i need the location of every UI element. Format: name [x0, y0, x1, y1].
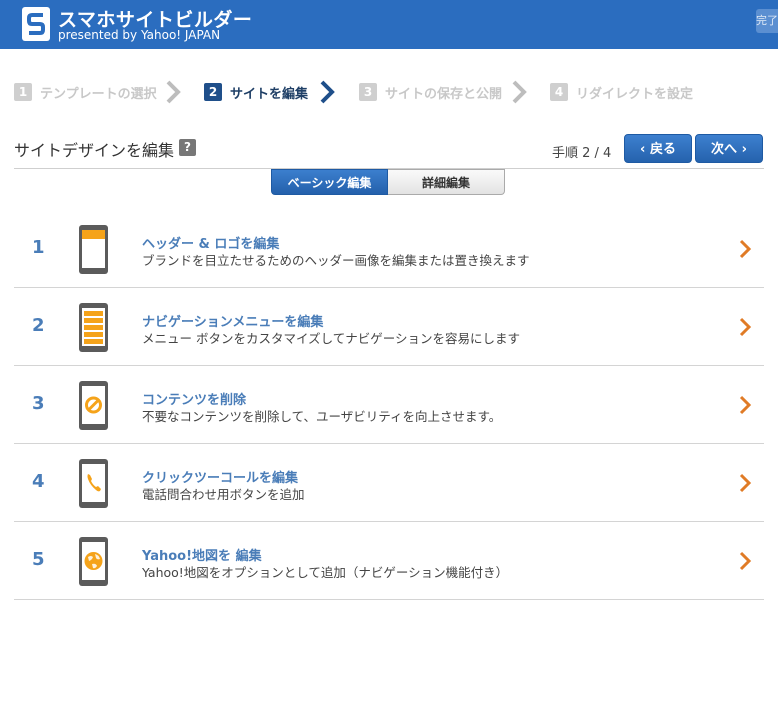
- step-label: テンプレートの選択: [40, 86, 157, 102]
- list-item-click-to-call[interactable]: 4 クリックツーコールを編集 電話問合わせ用ボタンを追加: [14, 444, 764, 522]
- step-number: 4: [550, 83, 568, 101]
- item-index: 4: [32, 471, 45, 492]
- step-number: 3: [359, 83, 377, 101]
- prohibit-icon: [79, 381, 108, 430]
- item-index: 5: [32, 549, 45, 570]
- done-button[interactable]: 完了: [756, 9, 778, 33]
- header-icon: [79, 225, 108, 274]
- step-number: 2: [204, 83, 222, 101]
- phone-call-icon: [79, 459, 108, 508]
- step-chevron-icon: [166, 80, 181, 104]
- list-item-remove-content[interactable]: 3 コンテンツを削除 不要なコンテンツを削除して、ユーザビリティを向上させます。: [14, 366, 764, 444]
- chevron-right-icon: [739, 395, 752, 415]
- step-3: 3 サイトの保存と公開: [359, 80, 502, 104]
- step-2: 2 サイトを編集: [204, 80, 308, 104]
- step-label: サイトを編集: [230, 86, 309, 102]
- item-index: 3: [32, 393, 45, 414]
- list-item-yahoo-map[interactable]: 5 Yahoo!地図を 編集 Yahoo!地図をオプションとして追加（ナビゲーシ…: [14, 522, 764, 600]
- step-number: 1: [14, 83, 32, 101]
- step-chevron-icon: [320, 80, 335, 104]
- top-bar: スマホサイトビルダー presented by Yahoo! JAPAN 完了: [0, 0, 778, 49]
- list-item-navigation-menu[interactable]: 2 ナビゲーションメニューを編集 メニュー ボタンをカスタマイズしてナビゲーショ…: [14, 288, 764, 366]
- item-description: Yahoo!地図をオプションとして追加（ナビゲーション機能付き）: [142, 565, 509, 580]
- step-progress: 1 テンプレートの選択 2 サイトを編集 3 サイトの保存と公開 4 リダイレク…: [14, 80, 764, 104]
- next-button[interactable]: 次へ ›: [695, 134, 763, 163]
- page-title: サイトデザインを編集: [14, 141, 175, 160]
- next-button-label: 次へ: [711, 142, 738, 157]
- chevron-right-icon: [739, 551, 752, 571]
- item-description: ブランドを目立たせるためのヘッダー画像を編集または置き換えます: [142, 253, 530, 268]
- tab-basic-edit[interactable]: ベーシック編集: [271, 169, 388, 195]
- chevron-right-icon: [739, 317, 752, 337]
- chevron-right-icon: [739, 239, 752, 259]
- list-item-header-logo[interactable]: 1 ヘッダー & ロゴを編集 ブランドを目立たせるためのヘッダー画像を編集または…: [14, 210, 764, 288]
- menu-icon: [79, 303, 108, 352]
- edit-options-list: 1 ヘッダー & ロゴを編集 ブランドを目立たせるためのヘッダー画像を編集または…: [14, 210, 764, 600]
- globe-icon: [79, 537, 108, 586]
- back-button[interactable]: ‹ 戻る: [624, 134, 692, 163]
- logo-icon: [22, 7, 50, 41]
- step-label: サイトの保存と公開: [385, 86, 503, 102]
- item-description: 不要なコンテンツを削除して、ユーザビリティを向上させます。: [142, 409, 502, 424]
- step-chevron-icon: [512, 80, 527, 104]
- item-index: 2: [32, 315, 45, 336]
- step-counter: 手順 2 / 4: [552, 146, 612, 161]
- chevron-right-icon: ›: [741, 142, 747, 157]
- item-index: 1: [32, 237, 45, 258]
- app-subtitle: presented by Yahoo! JAPAN: [58, 28, 221, 42]
- step-4: 4 リダイレクトを設定: [550, 80, 693, 104]
- chevron-right-icon: [739, 473, 752, 493]
- tab-detail-edit[interactable]: 詳細編集: [388, 169, 505, 195]
- help-icon[interactable]: ?: [179, 139, 196, 156]
- step-label: リダイレクトを設定: [576, 86, 694, 102]
- item-description: メニュー ボタンをカスタマイズしてナビゲーションを容易にします: [142, 331, 520, 346]
- back-button-label: 戻る: [649, 142, 676, 157]
- item-description: 電話問合わせ用ボタンを追加: [142, 487, 305, 502]
- chevron-left-icon: ‹: [640, 142, 646, 157]
- step-1: 1 テンプレートの選択: [14, 80, 157, 104]
